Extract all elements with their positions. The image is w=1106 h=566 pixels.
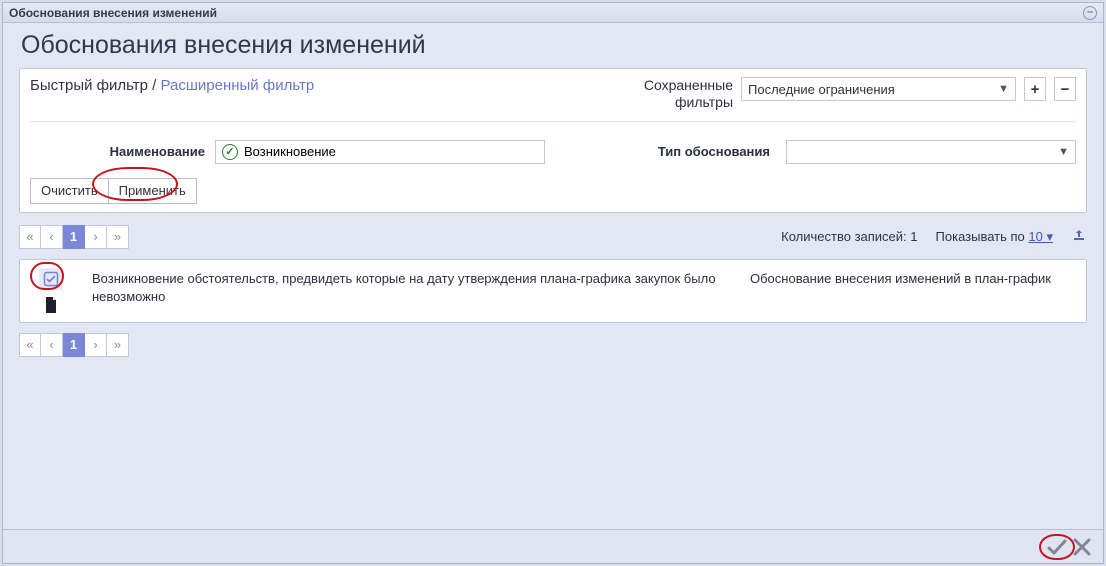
footer-bar (3, 529, 1103, 563)
apply-button[interactable]: Применить (109, 178, 197, 204)
add-saved-filter-button[interactable]: + (1024, 77, 1046, 101)
remove-saved-filter-button[interactable]: − (1054, 77, 1076, 101)
filter-tabs: Быстрый фильтр / Расширенный фильтр (30, 77, 632, 94)
pager-prev[interactable]: ‹ (41, 333, 63, 357)
data-grid: Возникновение обстоятельств, предвидеть … (19, 259, 1087, 323)
saved-filters-label: Сохраненныефильтры (644, 77, 733, 111)
pager-next[interactable]: › (85, 333, 107, 357)
saved-filters-value: Последние ограничения (748, 82, 895, 97)
tab-extended-filter[interactable]: Расширенный фильтр (161, 77, 315, 94)
window-title: Обоснования внесения изменений (9, 6, 217, 20)
document-icon[interactable] (39, 294, 63, 316)
pager-top: « ‹ 1 › » (19, 225, 129, 249)
pager-bottom: « ‹ 1 › » (19, 333, 129, 357)
pager-page-1[interactable]: 1 (63, 333, 85, 357)
filter-panel: Быстрый фильтр / Расширенный фильтр Сохр… (19, 68, 1087, 213)
close-icon[interactable] (1071, 536, 1093, 558)
row-name: Возникновение обстоятельств, предвидеть … (92, 266, 734, 316)
pager-first[interactable]: « (19, 333, 41, 357)
pager-last[interactable]: » (107, 333, 129, 357)
field-name-label: Наименование (30, 144, 205, 159)
pager-page-1[interactable]: 1 (63, 225, 85, 249)
per-page: Показывать по 10 ▾ (936, 229, 1053, 245)
tab-quick-filter[interactable]: Быстрый фильтр (30, 77, 148, 94)
chevron-down-icon: ▼ (998, 83, 1009, 95)
per-page-link[interactable]: 10 ▾ (1028, 229, 1053, 244)
row-type: Обоснование внесения изменений в план-гр… (750, 266, 1080, 316)
chevron-down-icon: ▼ (1058, 146, 1069, 158)
minimize-icon[interactable]: – (1083, 6, 1097, 20)
page-title: Обоснования внесения изменений (21, 31, 1087, 60)
clear-button[interactable]: Очистить (30, 178, 109, 204)
titlebar: Обоснования внесения изменений – (3, 3, 1103, 23)
saved-filters-select[interactable]: Последние ограничения ▼ (741, 77, 1016, 101)
checkmark-icon: ✓ (222, 144, 238, 160)
pager-next[interactable]: › (85, 225, 107, 249)
confirm-icon[interactable] (1045, 536, 1069, 558)
field-type-select[interactable]: ▼ (786, 140, 1076, 164)
field-name-input-wrap[interactable]: ✓ (215, 140, 545, 164)
row-select-icon[interactable] (39, 268, 63, 290)
field-type-label: Тип обоснования (555, 144, 776, 159)
field-name-input[interactable] (242, 143, 538, 160)
pager-last[interactable]: » (107, 225, 129, 249)
pager-first[interactable]: « (19, 225, 41, 249)
record-count: Количество записей: 1 (781, 229, 917, 244)
export-icon[interactable] (1071, 227, 1087, 246)
pager-prev[interactable]: ‹ (41, 225, 63, 249)
